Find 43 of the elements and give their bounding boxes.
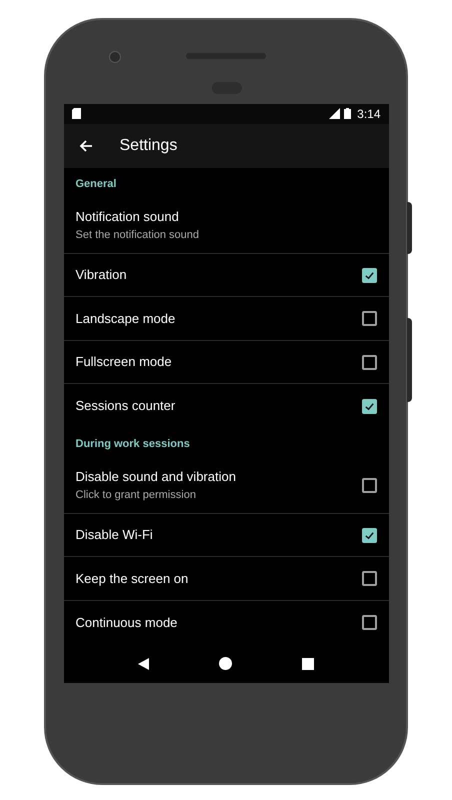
item-title: Vibration xyxy=(76,266,128,284)
checkbox[interactable] xyxy=(362,398,376,414)
checkbox[interactable] xyxy=(362,528,376,543)
item-title: Notification sound xyxy=(76,208,180,226)
item-title: Continuous mode xyxy=(76,614,178,632)
checkbox[interactable] xyxy=(362,571,376,586)
checkbox[interactable] xyxy=(362,478,376,493)
settings-item[interactable]: Disable Wi-Fi xyxy=(64,514,388,558)
checkbox[interactable] xyxy=(362,311,376,326)
item-title: Fullscreen mode xyxy=(76,353,173,372)
settings-item[interactable]: Vibration xyxy=(64,254,388,298)
item-summary: Click to grant permission xyxy=(76,488,197,504)
settings-item[interactable]: Landscape mode xyxy=(64,297,388,341)
settings-item[interactable]: Fullscreen mode xyxy=(64,340,388,384)
overview-icon[interactable] xyxy=(302,658,314,670)
settings-item[interactable]: Disable sound and vibration Click to grant permission xyxy=(64,458,388,514)
item-title: Keep the screen on xyxy=(76,570,190,588)
item-title: Sessions counter xyxy=(76,397,176,416)
item-title: Disable sound and vibration xyxy=(76,468,237,486)
checkbox[interactable] xyxy=(362,354,376,370)
sd-card-icon xyxy=(72,108,80,120)
checkmark-icon xyxy=(364,270,374,281)
toolbar-title: Settings xyxy=(120,136,178,156)
signal-icon xyxy=(329,108,340,120)
checkmark-icon xyxy=(364,400,374,412)
item-title: Landscape mode xyxy=(76,310,176,328)
settings-item[interactable]: Notification sound Set the notification sound xyxy=(64,198,388,254)
checkmark-icon xyxy=(364,530,374,541)
settings-item[interactable]: Continuous mode xyxy=(64,600,388,644)
settings-item[interactable]: Keep the screen on xyxy=(64,557,388,601)
checkbox[interactable] xyxy=(362,615,376,630)
section-header: General xyxy=(76,177,116,192)
section-header: During work sessions xyxy=(76,437,190,452)
status-time: 3:14 xyxy=(357,106,380,123)
item-title: Disable Wi-Fi xyxy=(76,526,154,544)
camera-icon xyxy=(109,51,121,63)
home-icon[interactable] xyxy=(219,657,232,670)
item-summary: Set the notification sound xyxy=(76,228,200,244)
settings-item[interactable]: Sessions counter xyxy=(64,384,388,428)
battery-icon xyxy=(344,108,352,120)
back-icon[interactable] xyxy=(138,658,150,670)
back-arrow-icon xyxy=(78,138,92,153)
checkbox[interactable] xyxy=(362,268,376,283)
